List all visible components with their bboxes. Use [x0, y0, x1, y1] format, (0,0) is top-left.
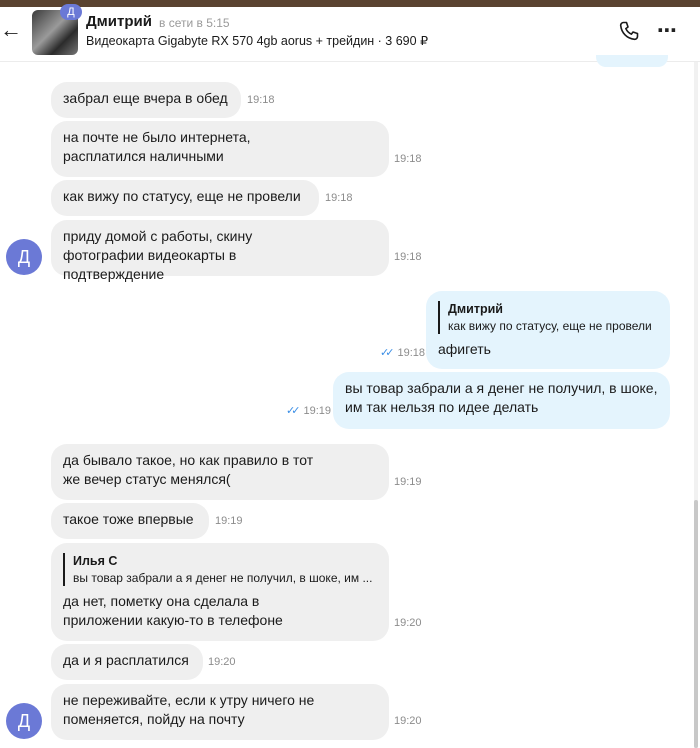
- listing-title[interactable]: Видеокарта Gigabyte RX 570 4gb aorus + т…: [86, 33, 428, 48]
- message-text: такое тоже впервые: [63, 511, 194, 527]
- contact-status: в сети в 5:15: [159, 16, 230, 30]
- chat-header: ← Д Дмитрий в сети в 5:15 Видеокарта Gig…: [0, 4, 700, 62]
- message-text: на почте не было интернета, расплатился …: [63, 129, 251, 164]
- quote-author: Дмитрий: [448, 302, 503, 316]
- message-time: 19:19: [394, 476, 422, 488]
- read-ticks-icon: ✓✓: [380, 347, 395, 359]
- avatar[interactable]: Д: [6, 703, 42, 739]
- more-icon[interactable]: ⋯: [657, 18, 678, 43]
- message-time: 19:20: [208, 656, 236, 668]
- message-time: 19:18: [394, 153, 422, 165]
- message-time: ✓✓ 19:19: [286, 404, 331, 417]
- message-time: 19:18: [394, 251, 422, 263]
- message-text: да нет, пометку она сделала в приложении…: [63, 593, 283, 628]
- message-text: да и я расплатился: [63, 652, 189, 668]
- read-ticks-icon: ✓✓: [286, 405, 301, 417]
- message-time-value: 19:19: [303, 405, 332, 417]
- message-time: 19:18: [325, 192, 353, 204]
- quote-text: вы товар забрали а я денег не получил, в…: [73, 571, 373, 585]
- message-text: да бывало такое, но как правило в тот же…: [63, 452, 314, 487]
- message-text: как вижу по статусу, еще не провели: [63, 188, 301, 204]
- message-text: приду домой с работы, скину фотографии в…: [63, 228, 253, 282]
- message-time: 19:19: [215, 515, 243, 527]
- message-text: забрал еще вчера в обед: [63, 90, 228, 106]
- quote-text: как вижу по статусу, еще не провели: [448, 319, 652, 333]
- outgoing-message[interactable]: Дмитрий как вижу по статусу, еще не пров…: [426, 291, 670, 369]
- arrow-left-icon[interactable]: ←: [0, 19, 22, 41]
- avatar[interactable]: Д: [6, 239, 42, 275]
- previous-message-bubble: [596, 55, 668, 67]
- outgoing-message[interactable]: вы товар забрали а я денег не получил, в…: [333, 372, 670, 429]
- scrollbar-thumb[interactable]: [694, 500, 698, 748]
- message-time: 19:20: [394, 617, 422, 629]
- quote-author: Илья С: [73, 554, 118, 568]
- contact-avatar-badge: Д: [60, 4, 82, 20]
- incoming-message[interactable]: да бывало такое, но как правило в тот же…: [51, 444, 389, 500]
- top-band: [0, 0, 700, 7]
- message-text: афигеть: [438, 341, 491, 357]
- reply-quote[interactable]: Дмитрий как вижу по статусу, еще не пров…: [438, 301, 658, 334]
- incoming-message[interactable]: забрал еще вчера в обед: [51, 82, 241, 118]
- reply-quote[interactable]: Илья С вы товар забрали а я денег не пол…: [63, 553, 373, 586]
- incoming-message[interactable]: не переживайте, если к утру ничего не по…: [51, 684, 389, 740]
- message-time: 19:20: [394, 715, 422, 727]
- message-text: вы товар забрали а я денег не получил, в…: [345, 380, 658, 415]
- incoming-message[interactable]: Илья С вы товар забрали а я денег не пол…: [51, 543, 389, 641]
- incoming-message[interactable]: такое тоже впервые: [51, 503, 209, 539]
- incoming-message[interactable]: на почте не было интернета, расплатился …: [51, 121, 389, 177]
- phone-icon[interactable]: [617, 19, 641, 43]
- message-time: ✓✓ 19:18: [380, 346, 425, 359]
- contact-name[interactable]: Дмитрий: [86, 13, 152, 30]
- message-time: 19:18: [247, 94, 275, 106]
- incoming-message[interactable]: как вижу по статусу, еще не провели: [51, 180, 319, 216]
- incoming-message[interactable]: да и я расплатился: [51, 644, 203, 680]
- message-time-value: 19:18: [397, 347, 426, 359]
- item-thumbnail[interactable]: Д: [32, 4, 82, 55]
- message-text: не переживайте, если к утру ничего не по…: [63, 692, 315, 727]
- incoming-message[interactable]: приду домой с работы, скину фотографии в…: [51, 220, 389, 282]
